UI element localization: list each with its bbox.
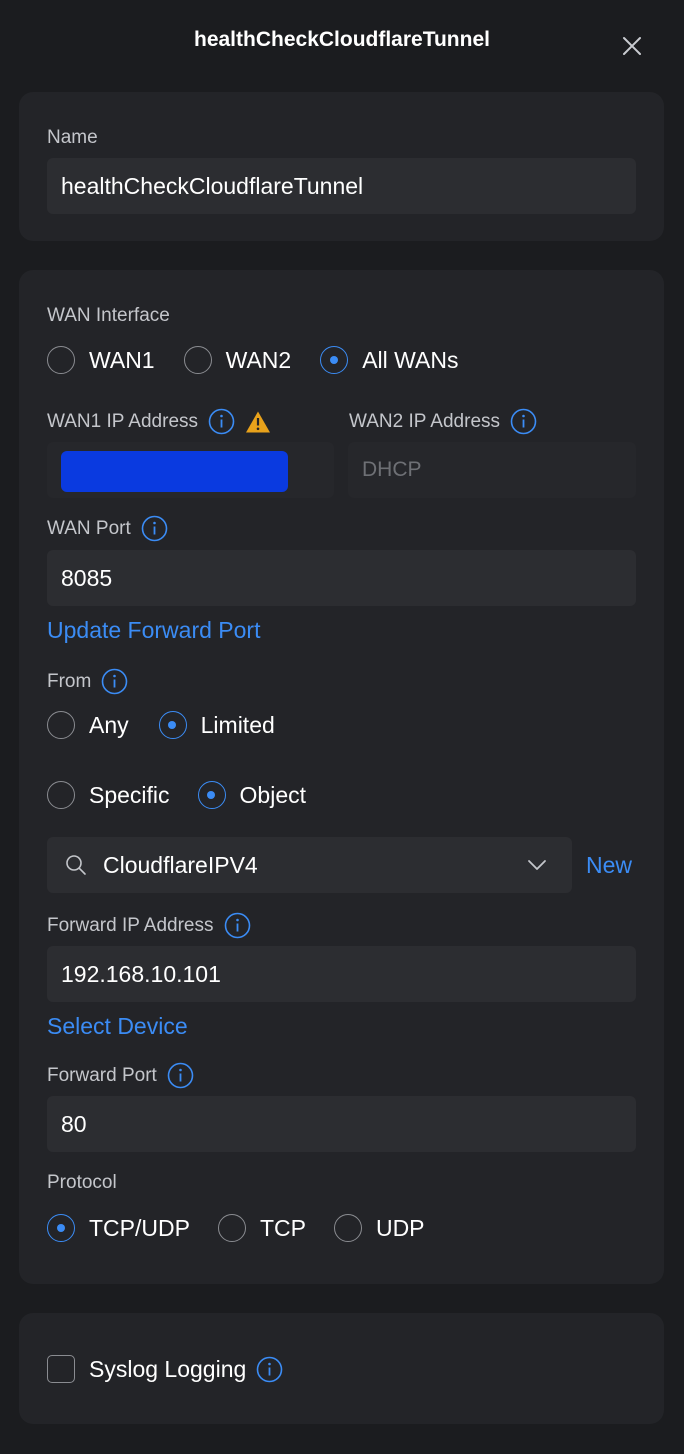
- dialog-header: healthCheckCloudflareTunnel: [0, 0, 684, 84]
- radio-object-label: Object: [239, 781, 307, 808]
- name-input-value: healthCheckCloudflareTunnel: [61, 172, 364, 199]
- protocol-label: Protocol: [47, 1172, 117, 1194]
- forward-ip-input[interactable]: 192.168.10.101: [47, 946, 636, 1002]
- radio-tcp-label: TCP: [259, 1214, 306, 1241]
- radio-udp[interactable]: UDP: [333, 1214, 425, 1242]
- wan1-ip-label: WAN1 IP Address: [47, 408, 271, 435]
- radio-object[interactable]: Object: [197, 781, 307, 809]
- radio-circle[interactable]: [183, 346, 212, 374]
- info-icon[interactable]: [256, 1356, 283, 1383]
- syslog-checkbox[interactable]: [47, 1355, 75, 1383]
- update-forward-port-link[interactable]: Update Forward Port: [47, 617, 260, 644]
- wan-interface-radio-group: WAN1 WAN2 All WANs: [47, 346, 458, 374]
- wan-port-label-text: WAN Port: [47, 517, 131, 539]
- wan1-ip-label-text: WAN1 IP Address: [47, 410, 199, 432]
- wan-port-value: 8085: [61, 564, 113, 591]
- radio-circle[interactable]: [47, 781, 75, 809]
- info-icon[interactable]: [141, 515, 168, 542]
- radio-circle-selected[interactable]: [47, 1214, 75, 1242]
- wan2-ip-label: WAN2 IP Address: [349, 408, 537, 435]
- radio-limited[interactable]: Limited: [158, 711, 275, 739]
- radio-circle-selected[interactable]: [197, 781, 226, 809]
- close-icon[interactable]: [619, 33, 645, 59]
- wan2-ip-value: DHCP: [362, 458, 422, 481]
- select-device-link[interactable]: Select Device: [47, 1013, 188, 1040]
- info-icon[interactable]: [167, 1062, 194, 1089]
- from-source-radio-group: Specific Object: [47, 781, 306, 809]
- warning-icon: [246, 411, 271, 432]
- port-forward-card: WAN Interface WAN1 WAN2 All WANs WAN1 IP…: [19, 270, 664, 1284]
- info-icon[interactable]: [510, 408, 537, 435]
- wan1-ip-field: [47, 442, 334, 498]
- radio-any[interactable]: Any: [47, 711, 129, 739]
- radio-circle[interactable]: [333, 1214, 362, 1242]
- radio-circle[interactable]: [47, 346, 75, 374]
- syslog-card: Syslog Logging: [19, 1313, 664, 1424]
- radio-wan1-label: WAN1: [89, 346, 155, 373]
- from-label: From: [47, 668, 128, 695]
- forward-ip-label-text: Forward IP Address: [47, 914, 214, 936]
- radio-circle[interactable]: [47, 711, 75, 739]
- forward-ip-value: 192.168.10.101: [61, 960, 221, 987]
- wan-interface-label: WAN Interface: [47, 305, 170, 327]
- radio-specific[interactable]: Specific: [47, 781, 170, 809]
- radio-all-wans-label: All WANs: [362, 346, 459, 373]
- wan2-ip-field: DHCP: [348, 442, 636, 498]
- object-select-value: CloudflareIPV4: [103, 851, 258, 878]
- radio-limited-label: Limited: [200, 711, 275, 738]
- name-card: Name healthCheckCloudflareTunnel: [19, 92, 664, 241]
- redacted-ip-block: [61, 451, 288, 492]
- radio-udp-label: UDP: [375, 1214, 425, 1241]
- info-icon[interactable]: [101, 668, 128, 695]
- radio-tcp[interactable]: TCP: [217, 1214, 306, 1242]
- syslog-label: Syslog Logging: [89, 1355, 247, 1382]
- radio-any-label: Any: [89, 711, 129, 738]
- wan2-ip-label-text: WAN2 IP Address: [349, 410, 501, 432]
- forward-port-value: 80: [61, 1110, 87, 1137]
- forward-port-label-text: Forward Port: [47, 1064, 157, 1086]
- radio-specific-label: Specific: [89, 781, 170, 808]
- radio-circle-selected[interactable]: [158, 711, 187, 739]
- forward-port-input[interactable]: 80: [47, 1096, 636, 1152]
- wan-port-input[interactable]: 8085: [47, 550, 636, 606]
- from-label-text: From: [47, 670, 92, 692]
- forward-ip-label: Forward IP Address: [47, 912, 251, 939]
- name-label: Name: [47, 127, 98, 149]
- radio-tcp-udp-label: TCP/UDP: [89, 1214, 190, 1241]
- new-object-link[interactable]: New: [586, 852, 632, 879]
- radio-wan2-label: WAN2: [225, 346, 292, 373]
- object-select[interactable]: CloudflareIPV4: [47, 837, 572, 893]
- wan-port-label: WAN Port: [47, 515, 168, 542]
- radio-circle[interactable]: [217, 1214, 246, 1242]
- syslog-checkbox-row[interactable]: Syslog Logging: [47, 1355, 283, 1383]
- chevron-down-icon[interactable]: [527, 859, 547, 871]
- dialog-title: healthCheckCloudflareTunnel: [194, 28, 490, 51]
- protocol-radio-group: TCP/UDP TCP UDP: [47, 1214, 425, 1242]
- info-icon[interactable]: [224, 912, 251, 939]
- radio-wan2[interactable]: WAN2: [183, 346, 292, 374]
- search-icon: [66, 855, 86, 875]
- from-radio-group: Any Limited: [47, 711, 275, 739]
- radio-wan1[interactable]: WAN1: [47, 346, 155, 374]
- info-icon[interactable]: [208, 408, 235, 435]
- protocol-label-text: Protocol: [47, 1172, 117, 1193]
- name-input[interactable]: healthCheckCloudflareTunnel: [47, 158, 636, 214]
- name-label-text: Name: [47, 127, 98, 148]
- wan-interface-label-text: WAN Interface: [47, 305, 170, 326]
- radio-tcp-udp[interactable]: TCP/UDP: [47, 1214, 190, 1242]
- radio-circle-selected[interactable]: [320, 346, 349, 374]
- radio-all-wans[interactable]: All WANs: [320, 346, 458, 374]
- forward-port-label: Forward Port: [47, 1062, 194, 1089]
